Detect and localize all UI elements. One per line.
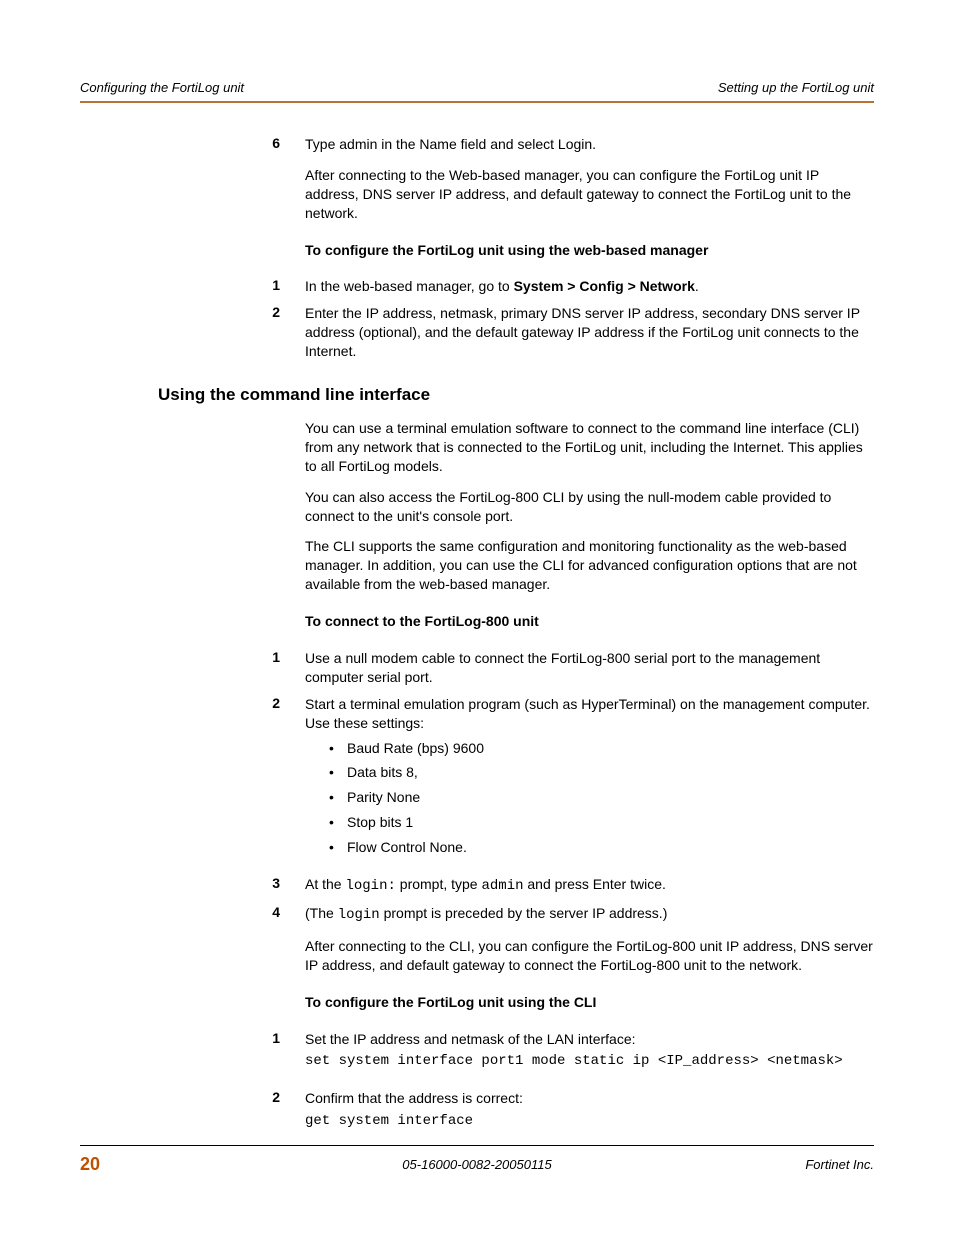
settings-list: Baud Rate (bps) 9600 Data bits 8, Parity… (329, 739, 874, 857)
code-block: get system interface (305, 1112, 874, 1131)
step-text: and press Enter twice. (524, 876, 666, 892)
sub3-step-2: 2 Confirm that the address is correct: g… (245, 1089, 874, 1131)
body-paragraph: You can use a terminal emulation softwar… (305, 419, 874, 476)
step-text: After connecting to the Web-based manage… (305, 166, 874, 223)
step-text: Confirm that the address is correct: (305, 1089, 874, 1108)
step-number: 1 (245, 1030, 305, 1082)
step-text: Use a null modem cable to connect the Fo… (305, 649, 874, 687)
footer-company: Fortinet Inc. (805, 1157, 874, 1172)
section-heading: Using the command line interface (158, 385, 874, 405)
list-item: Stop bits 1 (329, 813, 874, 832)
list-item: Baud Rate (bps) 9600 (329, 739, 874, 758)
header-left: Configuring the FortiLog unit (80, 80, 244, 95)
step-text: Start a terminal emulation program (such… (305, 696, 870, 731)
code-inline: login: (345, 878, 395, 894)
step-number: 6 (245, 135, 305, 269)
step-number: 1 (245, 277, 305, 296)
procedure-heading: To configure the FortiLog unit using the… (305, 241, 874, 260)
sub1-step-2: 2 Enter the IP address, netmask, primary… (245, 304, 874, 361)
header-right: Setting up the FortiLog unit (718, 80, 874, 95)
sub2-step-2: 2 Start a terminal emulation program (su… (245, 695, 874, 867)
step-6: 6 Type admin in the Name field and selec… (245, 135, 874, 269)
step-text: Enter the IP address, netmask, primary D… (305, 304, 874, 361)
list-item: Flow Control None. (329, 838, 874, 857)
sub2-step-1: 1 Use a null modem cable to connect the … (245, 649, 874, 687)
page-number: 20 (80, 1154, 100, 1175)
step-number: 3 (245, 875, 305, 896)
sub1-step-1: 1 In the web-based manager, go to System… (245, 277, 874, 296)
step-number: 2 (245, 1089, 305, 1131)
step-number: 2 (245, 695, 305, 867)
body-paragraph: The CLI supports the same configuration … (305, 537, 874, 594)
procedure-heading: To configure the FortiLog unit using the… (305, 993, 874, 1012)
page-footer: 20 05-16000-0082-20050115 Fortinet Inc. (80, 1145, 874, 1175)
step-text: prompt is preceded by the server IP addr… (380, 905, 668, 921)
code-block: set system interface port1 mode static i… (305, 1052, 874, 1071)
sub2-step-4: 4 (The login prompt is preceded by the s… (245, 904, 874, 1022)
step-number: 4 (245, 904, 305, 1022)
body-paragraph: You can also access the FortiLog-800 CLI… (305, 488, 874, 526)
step-text: Type admin in the Name field and select … (305, 135, 874, 154)
step-text: In the web-based manager, go to (305, 278, 514, 294)
code-inline: login (338, 907, 380, 923)
code-inline: admin (481, 878, 523, 894)
step-text: (The (305, 905, 338, 921)
menu-path: System > Config > Network (514, 278, 695, 294)
sub3-step-1: 1 Set the IP address and netmask of the … (245, 1030, 874, 1082)
page-header: Configuring the FortiLog unit Setting up… (80, 80, 874, 103)
step-number: 2 (245, 304, 305, 361)
step-text: . (695, 278, 699, 294)
footer-doc-id: 05-16000-0082-20050115 (402, 1157, 551, 1172)
list-item: Parity None (329, 788, 874, 807)
list-item: Data bits 8, (329, 763, 874, 782)
procedure-heading: To connect to the FortiLog-800 unit (305, 612, 874, 631)
step-text: At the (305, 876, 345, 892)
step-number: 1 (245, 649, 305, 687)
sub2-step-3: 3 At the login: prompt, type admin and p… (245, 875, 874, 896)
step-text: After connecting to the CLI, you can con… (305, 937, 874, 975)
step-text: Set the IP address and netmask of the LA… (305, 1030, 874, 1049)
step-text: prompt, type (396, 876, 482, 892)
